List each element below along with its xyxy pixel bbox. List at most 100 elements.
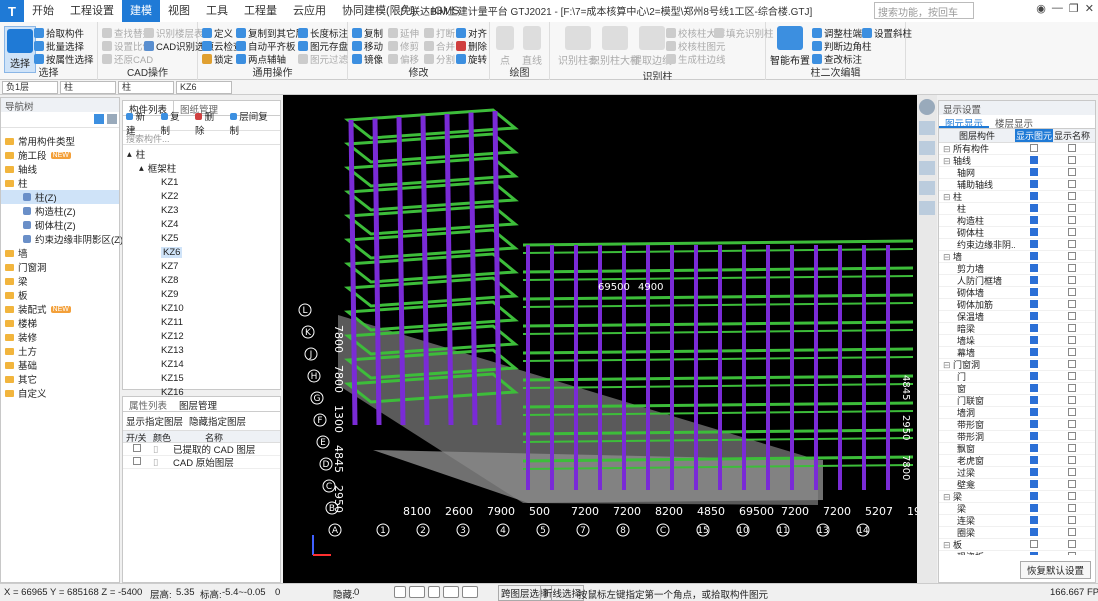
show-element-checkbox[interactable]: [1030, 371, 1038, 380]
smart-layout-button[interactable]: 智能布置: [770, 26, 810, 67]
tab-layer-management[interactable]: 图层管理: [173, 397, 224, 412]
component-item[interactable]: KZ6: [127, 245, 276, 259]
layer-row[interactable]: ▯ CAD 原始图层: [123, 456, 280, 469]
component-item[interactable]: KZ14: [127, 357, 276, 371]
layer-toggle-checkbox[interactable]: [133, 456, 141, 465]
modify-0-button[interactable]: 复制: [352, 26, 383, 40]
show-name-checkbox[interactable]: [1068, 467, 1076, 476]
show-name-checkbox[interactable]: [1068, 515, 1076, 524]
show-name-checkbox[interactable]: [1068, 143, 1076, 152]
show-name-checkbox[interactable]: [1068, 155, 1076, 164]
show-name-checkbox[interactable]: [1068, 179, 1076, 188]
modify-10-button[interactable]: 删除: [456, 39, 487, 53]
show-element-checkbox[interactable]: [1030, 191, 1038, 200]
restore-icon[interactable]: ❐: [1069, 2, 1079, 15]
line-style-icon[interactable]: [462, 586, 478, 598]
show-element-checkbox[interactable]: [1030, 383, 1038, 392]
component-item[interactable]: KZ5: [127, 231, 276, 245]
modify-6-button[interactable]: 打断: [424, 26, 455, 40]
show-name-checkbox[interactable]: [1068, 323, 1076, 332]
component-item[interactable]: KZ13: [127, 343, 276, 357]
type-select[interactable]: 柱: [60, 81, 116, 94]
show-name-checkbox[interactable]: [1068, 407, 1076, 416]
expand-icon[interactable]: ⊟: [943, 360, 953, 370]
show-element-checkbox[interactable]: [1030, 179, 1038, 188]
show-name-checkbox[interactable]: [1068, 215, 1076, 224]
component-item[interactable]: KZ3: [127, 203, 276, 217]
length-dim-button[interactable]: 长度标注: [298, 26, 348, 40]
modify-1-button[interactable]: 移动: [352, 39, 383, 53]
fit-view-icon[interactable]: [919, 201, 935, 215]
show-name-checkbox[interactable]: [1068, 335, 1076, 344]
show-element-checkbox[interactable]: [1030, 491, 1038, 500]
search-input[interactable]: 搜索功能，按回车: [874, 2, 974, 19]
nav-item[interactable]: 墙: [1, 246, 119, 260]
component-select[interactable]: KZ6: [176, 81, 232, 94]
restore-default-button[interactable]: 恢复默认设置: [1019, 561, 1091, 579]
show-element-checkbox[interactable]: [1030, 155, 1038, 164]
modify-9-button[interactable]: 对齐: [456, 26, 487, 40]
building-model[interactable]: 1 2 3 4 5 7 8 C 15 10 11 13 14 8100 2600 7900 500 7200 720…: [283, 95, 917, 583]
component-item[interactable]: KZ2: [127, 189, 276, 203]
show-element-checkbox[interactable]: [1030, 347, 1038, 356]
show-element-checkbox[interactable]: [1030, 551, 1038, 555]
component-group[interactable]: ▴ 框架柱: [127, 161, 276, 176]
show-layer-option[interactable]: 显示指定图层: [126, 414, 183, 428]
fill-identify-column-button[interactable]: 填充识别柱: [714, 26, 774, 40]
show-name-checkbox[interactable]: [1068, 395, 1076, 404]
list-view-icon[interactable]: [94, 114, 104, 124]
show-element-checkbox[interactable]: [1030, 263, 1038, 272]
show-element-checkbox[interactable]: [1030, 455, 1038, 464]
show-element-checkbox[interactable]: [1030, 407, 1038, 416]
show-name-checkbox[interactable]: [1068, 527, 1076, 536]
user-icon[interactable]: ◉: [1036, 2, 1046, 15]
pick-component-button[interactable]: 拾取构件: [34, 26, 84, 40]
3d-viewport[interactable]: 1 2 3 4 5 7 8 C 15 10 11 13 14 8100 2600 7900 500 7200 720…: [283, 95, 917, 583]
show-element-checkbox[interactable]: [1030, 203, 1038, 212]
menu-tab[interactable]: 工程量: [236, 0, 285, 22]
show-name-checkbox[interactable]: [1068, 203, 1076, 212]
show-element-checkbox[interactable]: [1030, 467, 1038, 476]
component-item[interactable]: KZ9: [127, 287, 276, 301]
component-root[interactable]: ▴ 柱: [127, 147, 276, 162]
modify-3-button[interactable]: 延伸: [388, 26, 419, 40]
show-name-checkbox[interactable]: [1068, 275, 1076, 284]
show-element-checkbox[interactable]: [1030, 419, 1038, 428]
nav-item[interactable]: 常用构件类型: [1, 134, 119, 148]
copy-between-floors-button[interactable]: 层间复制: [229, 109, 277, 137]
floor-select[interactable]: 负1层: [2, 81, 58, 94]
menu-tab[interactable]: 开始: [24, 0, 62, 22]
show-element-checkbox[interactable]: [1030, 539, 1038, 548]
show-name-checkbox[interactable]: [1068, 383, 1076, 392]
nav-item[interactable]: 梁: [1, 274, 119, 288]
snap-icon[interactable]: [409, 586, 425, 598]
menu-tab[interactable]: 视图: [160, 0, 198, 22]
delete-component-button[interactable]: 删除: [195, 109, 224, 137]
show-element-checkbox[interactable]: [1030, 143, 1038, 152]
batch-select-button[interactable]: 批量选择: [34, 39, 84, 53]
nav-item[interactable]: 土方: [1, 344, 119, 358]
line-button[interactable]: 直线: [522, 26, 542, 67]
menu-tab[interactable]: 工具: [198, 0, 236, 22]
hide-layer-option[interactable]: 隐藏指定图层: [189, 414, 246, 428]
show-name-checkbox[interactable]: [1068, 443, 1076, 452]
show-element-checkbox[interactable]: [1030, 395, 1038, 404]
grid-icon[interactable]: [443, 586, 459, 598]
set-inclined-column-button[interactable]: 设置斜柱: [862, 26, 912, 40]
show-element-checkbox[interactable]: [1030, 299, 1038, 308]
expand-icon[interactable]: ⊟: [943, 144, 953, 154]
layer-toggle-checkbox[interactable]: [133, 443, 141, 452]
minimize-icon[interactable]: —: [1052, 2, 1063, 15]
component-item[interactable]: KZ1: [127, 175, 276, 189]
show-name-checkbox[interactable]: [1068, 419, 1076, 428]
define-button[interactable]: 定义: [202, 26, 233, 40]
nav-item[interactable]: 装配式 NEW: [1, 302, 119, 316]
element-save-button[interactable]: 图元存盘: [298, 39, 348, 53]
copy-to-floor-button[interactable]: 复制到其它层: [236, 26, 305, 40]
expand-icon[interactable]: ⊟: [943, 192, 953, 202]
nav-item[interactable]: 楼梯: [1, 316, 119, 330]
show-name-checkbox[interactable]: [1068, 299, 1076, 308]
tab-floor-display[interactable]: 楼层显示: [989, 115, 1039, 130]
component-item[interactable]: KZ4: [127, 217, 276, 231]
app-logo[interactable]: T: [0, 0, 24, 22]
